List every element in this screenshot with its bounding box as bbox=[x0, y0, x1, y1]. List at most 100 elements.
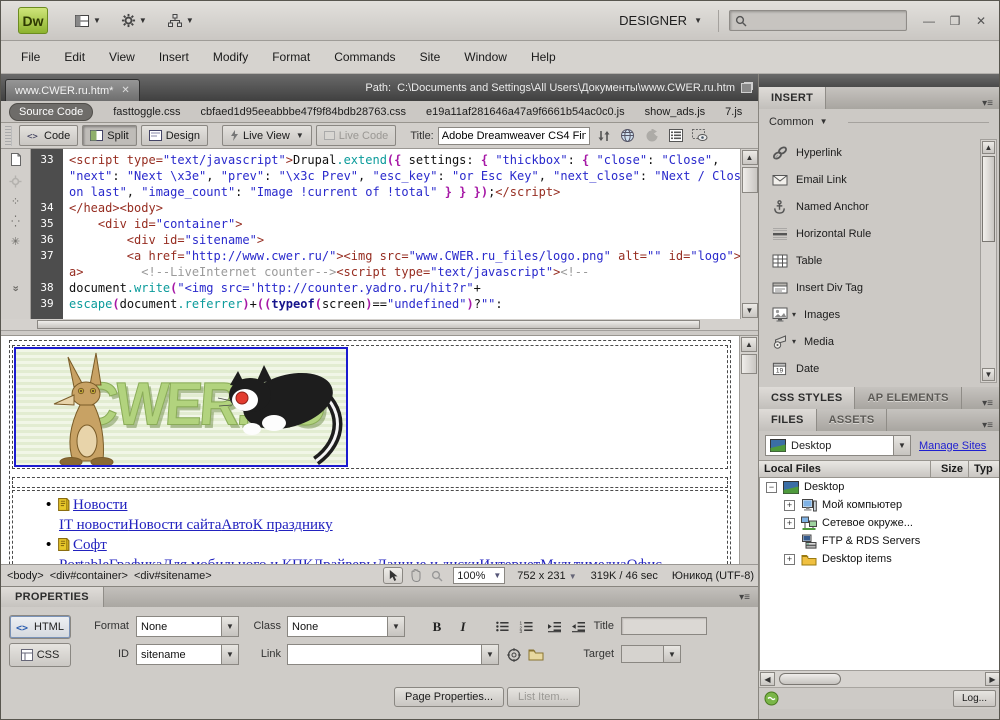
layout-switcher-button[interactable]: ▼ bbox=[72, 11, 103, 31]
browse-folder-icon[interactable] bbox=[525, 645, 547, 664]
code-editor[interactable]: <script type="text/javascript">Drupal.ex… bbox=[63, 149, 740, 319]
design-view-button[interactable]: Design bbox=[141, 125, 208, 146]
expand-all-icon[interactable]: ⁛ bbox=[11, 217, 20, 228]
design-view[interactable]: CWER.RU bbox=[1, 336, 758, 564]
tab-files[interactable]: FILES bbox=[759, 409, 817, 431]
extend-button[interactable]: ▼ bbox=[119, 11, 149, 31]
tag-selector-item[interactable]: <div#sitename> bbox=[134, 570, 212, 582]
design-link-для-мобильного-и-кпк[interactable]: Для мобильного и КПК bbox=[162, 557, 313, 564]
dropdown-caret-icon[interactable]: ▾ bbox=[792, 337, 796, 346]
menu-window[interactable]: Window bbox=[452, 46, 519, 68]
related-file-cbfaed1d95eeabbbe47f9f84bdb28763-css[interactable]: cbfaed1d95eeabbbe47f9f84bdb28763.css bbox=[200, 106, 406, 118]
open-documents-icon[interactable] bbox=[10, 153, 22, 166]
expand-expander-icon[interactable]: + bbox=[784, 500, 795, 511]
menu-edit[interactable]: Edit bbox=[52, 46, 97, 68]
css-mode-button[interactable]: CSS bbox=[9, 643, 71, 667]
related-file-fasttoggle-css[interactable]: fasttoggle.css bbox=[113, 106, 180, 118]
design-link-драйверы[interactable]: Драйверы bbox=[313, 557, 377, 564]
tag-selector-item[interactable]: <body> bbox=[7, 570, 44, 582]
tree-item-мой-компьютер[interactable]: +Мой компьютер bbox=[760, 496, 1000, 514]
code-horizontal-scrollbar[interactable] bbox=[1, 319, 758, 331]
collapse-expander-icon[interactable]: − bbox=[766, 482, 777, 493]
design-link-графика[interactable]: Графика bbox=[109, 557, 162, 564]
live-view-button[interactable]: Live View▼ bbox=[222, 125, 312, 146]
html-mode-button[interactable]: <>HTML bbox=[9, 615, 71, 639]
restore-panel-icon[interactable] bbox=[741, 83, 752, 93]
id-select[interactable]: sitename▼ bbox=[136, 644, 239, 665]
link-combo[interactable]: ▼ bbox=[287, 644, 499, 665]
column-local-files[interactable]: Local Files bbox=[759, 461, 931, 477]
tree-item-desktop[interactable]: −Desktop bbox=[760, 478, 1000, 496]
design-vertical-scrollbar[interactable]: ▲ bbox=[739, 336, 758, 564]
scroll-up-icon[interactable]: ▲ bbox=[741, 337, 757, 352]
insert-item-named-anchor[interactable]: Named Anchor bbox=[759, 193, 977, 220]
menu-help[interactable]: Help bbox=[519, 46, 568, 68]
log-button[interactable]: Log... bbox=[953, 690, 996, 707]
site-select[interactable]: Desktop ▼ bbox=[765, 435, 911, 456]
design-link-новости-сайта[interactable]: Новости сайта bbox=[128, 517, 221, 533]
design-link-данные-и-диски[interactable]: Данные и диски bbox=[377, 557, 480, 564]
related-file-e19a11af281646a47a9f6661b54ac0c0-js[interactable]: e19a11af281646a47a9f6661b54ac0c0.js bbox=[426, 106, 625, 118]
scroll-left-icon[interactable]: ◀ bbox=[760, 672, 775, 686]
insert-item-date[interactable]: 19Date bbox=[759, 355, 977, 382]
workspace-switcher[interactable]: DESIGNER▼ bbox=[613, 9, 708, 32]
unordered-list-icon[interactable] bbox=[491, 617, 513, 636]
maximize-button[interactable]: ❒ bbox=[947, 14, 963, 28]
format-select[interactable]: None▼ bbox=[136, 616, 239, 637]
panel-menu-icon[interactable]: ▾≡ bbox=[982, 398, 993, 409]
scroll-down-icon[interactable]: ▼ bbox=[982, 368, 995, 381]
scroll-up-icon[interactable]: ▲ bbox=[982, 141, 995, 154]
insert-scrollbar[interactable]: ▲ ▼ bbox=[980, 139, 997, 383]
site-logo-image[interactable]: CWER.RU bbox=[14, 347, 348, 467]
insert-item-table[interactable]: Table bbox=[759, 247, 977, 274]
design-link-новости[interactable]: Новости bbox=[73, 497, 127, 513]
scrollbar-thumb[interactable] bbox=[37, 320, 700, 329]
tree-item-ftp-&-rds-servers[interactable]: FTP & RDS Servers bbox=[760, 532, 1000, 550]
design-link-it-новости[interactable]: IT новости bbox=[59, 517, 128, 533]
menu-format[interactable]: Format bbox=[260, 46, 322, 68]
ordered-list-icon[interactable]: 123 bbox=[515, 617, 537, 636]
tab-insert[interactable]: INSERT bbox=[759, 87, 826, 109]
related-file-source-code[interactable]: Source Code bbox=[9, 103, 93, 121]
select-tool-icon[interactable] bbox=[383, 567, 403, 584]
tag-selector-item[interactable]: <div#container> bbox=[50, 570, 128, 582]
scroll-up-icon[interactable]: ▲ bbox=[742, 150, 758, 165]
related-file-show-ads-js[interactable]: show_ads.js bbox=[645, 106, 706, 118]
bold-button[interactable]: B bbox=[425, 616, 449, 637]
tree-item-desktop-items[interactable]: +Desktop items bbox=[760, 550, 1000, 568]
insert-category-select[interactable]: Common▼ bbox=[759, 109, 1000, 133]
view-options-icon[interactable] bbox=[666, 127, 686, 145]
dreamweaver-logo[interactable]: Dw bbox=[18, 7, 48, 34]
manage-sites-link[interactable]: Manage Sites bbox=[919, 440, 986, 452]
point-to-file-icon[interactable] bbox=[503, 645, 525, 664]
insert-item-media[interactable]: ▾Media bbox=[759, 328, 977, 355]
outdent-icon[interactable] bbox=[543, 617, 565, 636]
scroll-right-icon[interactable]: ▶ bbox=[985, 672, 1000, 686]
menu-file[interactable]: File bbox=[9, 46, 52, 68]
tab-css-styles[interactable]: CSS STYLES bbox=[759, 387, 855, 409]
split-view-button[interactable]: Split bbox=[82, 125, 136, 146]
related-file-7-js[interactable]: 7.js bbox=[725, 106, 742, 118]
class-select[interactable]: None▼ bbox=[287, 616, 405, 637]
preview-browser-icon[interactable] bbox=[618, 127, 638, 145]
panel-menu-icon[interactable]: ▾≡ bbox=[982, 420, 993, 431]
column-size[interactable]: Size bbox=[931, 461, 969, 477]
tab-close-icon[interactable]: ✕ bbox=[121, 85, 129, 96]
scrollbar-thumb[interactable] bbox=[742, 167, 758, 193]
app-search-box[interactable] bbox=[729, 10, 907, 31]
code-view-button[interactable]: <>Code bbox=[19, 125, 78, 146]
insert-item-insert-div-tag[interactable]: Insert Div Tag bbox=[759, 274, 977, 301]
title-field[interactable] bbox=[621, 617, 707, 635]
tab-properties[interactable]: PROPERTIES bbox=[1, 587, 104, 607]
minimize-button[interactable]: — bbox=[921, 14, 937, 28]
design-link-софт[interactable]: Софт bbox=[73, 537, 107, 553]
search-input[interactable] bbox=[751, 15, 891, 27]
menu-insert[interactable]: Insert bbox=[147, 46, 201, 68]
site-button[interactable]: ▼ bbox=[165, 11, 196, 31]
more-tools-icon[interactable]: » bbox=[10, 285, 21, 291]
expand-expander-icon[interactable]: + bbox=[784, 518, 795, 529]
italic-button[interactable]: I bbox=[451, 616, 475, 637]
visual-aids-icon[interactable] bbox=[690, 127, 710, 145]
tree-item-сетевое-окруже[interactable]: +Сетевое окруже... bbox=[760, 514, 1000, 532]
connection-status-icon[interactable] bbox=[764, 691, 779, 706]
